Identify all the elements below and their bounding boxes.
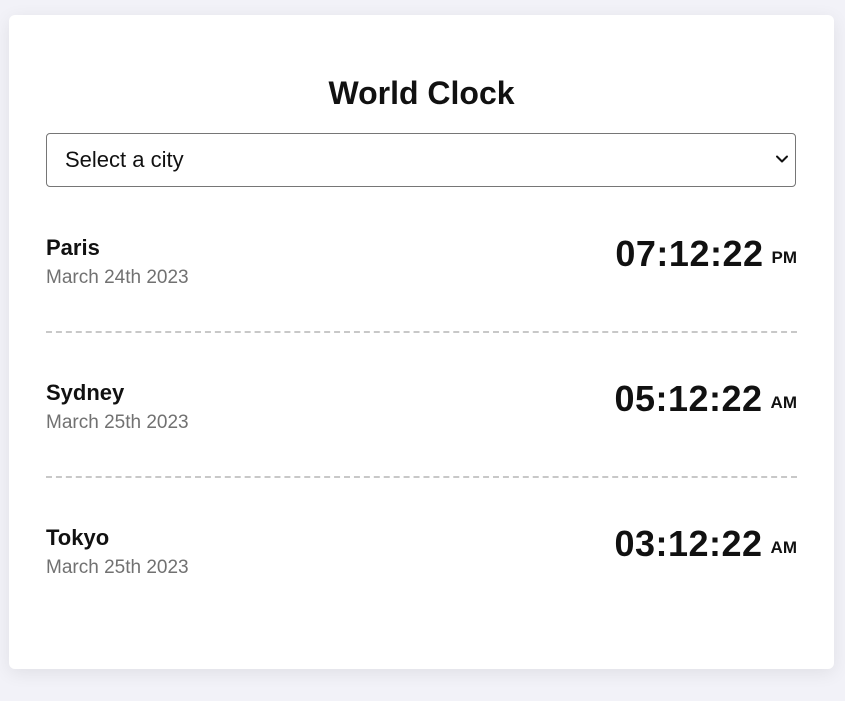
time-value: 07:12:22 bbox=[615, 233, 764, 274]
page-title: World Clock bbox=[328, 75, 515, 111]
city-date: March 25th 2023 bbox=[46, 412, 189, 433]
city-name: Paris bbox=[46, 235, 100, 260]
city-row: Sydney March 25th 2023 05:12:22 AM bbox=[46, 368, 797, 478]
city-name: Sydney bbox=[46, 380, 125, 405]
city-name: Tokyo bbox=[46, 525, 110, 550]
city-date: March 25th 2023 bbox=[46, 557, 189, 578]
time-value: 03:12:22 bbox=[614, 523, 763, 564]
city-row: Paris March 24th 2023 07:12:22 PM bbox=[46, 223, 797, 333]
city-row: Tokyo March 25th 2023 03:12:22 AM bbox=[46, 513, 797, 623]
city-list: Paris March 24th 2023 07:12:22 PM Sydney … bbox=[46, 223, 797, 623]
city-time: 03:12:22 AM bbox=[614, 523, 797, 565]
world-clock-card: World Clock Select a city Paris March 24… bbox=[9, 15, 834, 669]
chevron-down-icon bbox=[776, 155, 788, 163]
city-time: 05:12:22 AM bbox=[614, 378, 797, 420]
city-select[interactable]: Select a city bbox=[46, 133, 796, 187]
city-select-value: Select a city bbox=[65, 147, 184, 172]
city-time: 07:12:22 PM bbox=[615, 233, 797, 275]
time-meridiem: AM bbox=[770, 393, 797, 412]
city-date: March 24th 2023 bbox=[46, 267, 189, 288]
time-meridiem: AM bbox=[770, 538, 797, 557]
time-meridiem: PM bbox=[771, 248, 798, 267]
time-value: 05:12:22 bbox=[614, 378, 763, 419]
